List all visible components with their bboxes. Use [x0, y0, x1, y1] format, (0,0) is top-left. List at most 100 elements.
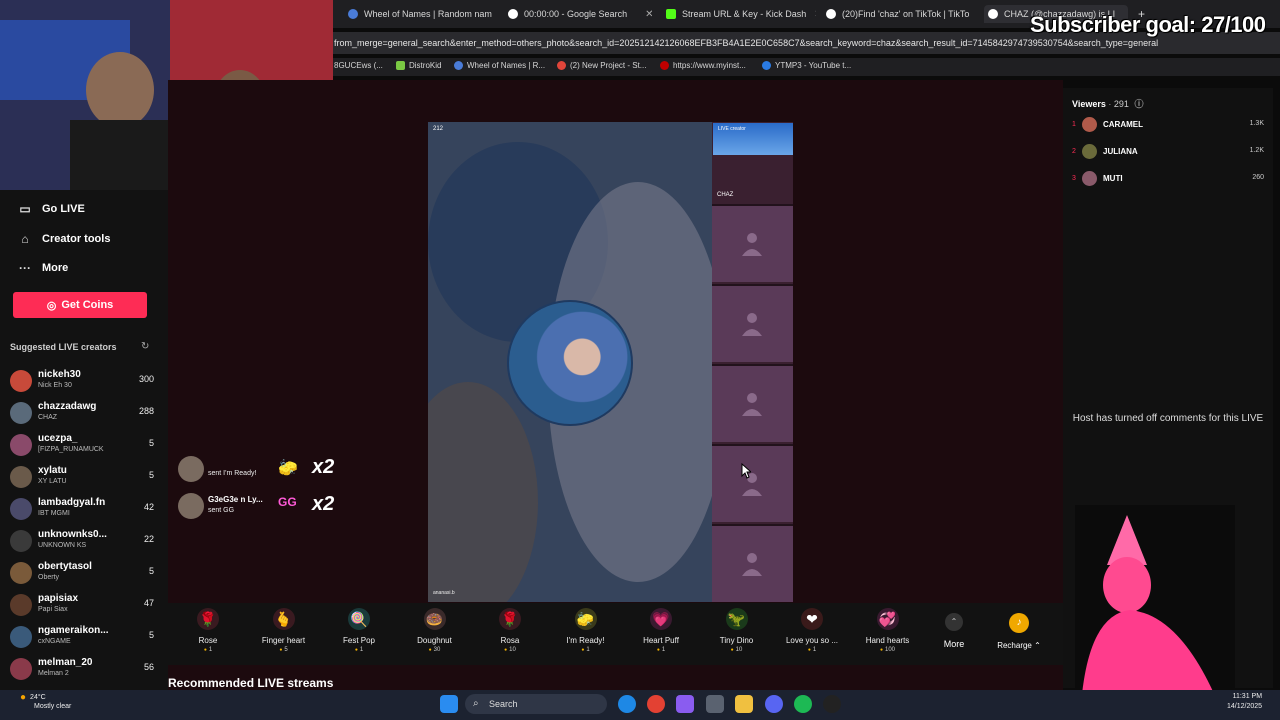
gift-label: Heart Puff: [643, 636, 679, 645]
bookmark-item[interactable]: Wheel of Names | R...: [454, 61, 545, 70]
edge-icon[interactable]: [618, 695, 636, 713]
gift-icon: 🍭: [348, 608, 370, 630]
suggested-creator-item[interactable]: ucezpa_ [FIZPA_RUNAMUCK 5: [10, 432, 154, 460]
viewer-name: CARAMEL: [1103, 120, 1143, 129]
gift-item[interactable]: 🍩 Doughnut 30: [400, 608, 470, 653]
creator-subtitle: UNKNOWN KS: [38, 542, 87, 549]
gift-item[interactable]: 🦖 Tiny Dino 10: [702, 608, 772, 653]
more-gifts-button[interactable]: ⌃ More: [934, 613, 974, 649]
system-clock[interactable]: 11:31 PM 14/12/2025: [1227, 692, 1262, 712]
gift-item[interactable]: 🌹 Rosa 10: [475, 608, 545, 653]
stage-host-tag: ananasi.b: [433, 590, 455, 596]
gift-item[interactable]: 🧽 I'm Ready! 1: [551, 608, 621, 653]
sidebar-item-more[interactable]: ··· More: [18, 261, 68, 275]
gift-item[interactable]: 🌹 Rose 1: [173, 608, 243, 653]
close-icon[interactable]: ✕: [645, 9, 652, 20]
suggested-creator-item[interactable]: ngameraikon... cxNGAME 5: [10, 624, 154, 652]
viewer-rank: 2: [1072, 148, 1076, 155]
copilot-icon[interactable]: [676, 695, 694, 713]
bookmark-label: DistroKid: [409, 61, 442, 70]
creator-name: unknownks0...: [38, 529, 107, 540]
gift-icon: 🌹: [197, 608, 219, 630]
gift-icon: 💗: [650, 608, 672, 630]
distrokid-icon: [396, 61, 405, 70]
host-avatar[interactable]: [507, 300, 633, 426]
creator-name: lambadgyal.fn: [38, 497, 106, 508]
bookmark-item[interactable]: DistroKid: [396, 61, 441, 70]
avatar: [10, 466, 32, 488]
tab-kick-dashboard[interactable]: Stream URL & Key - Kick Dash ✕: [666, 5, 816, 23]
recommended-streams-title: Recommended LIVE streams: [168, 676, 334, 690]
obs-icon[interactable]: [823, 695, 841, 713]
chrome-icon[interactable]: [647, 695, 665, 713]
gift-icon: 🍩: [423, 608, 446, 630]
link-icon: [660, 61, 669, 70]
avatar: [1082, 171, 1097, 186]
tab-wheel-of-names[interactable]: Wheel of Names | Random nam ✕: [348, 5, 498, 23]
comments-off-notice: Host has turned off comments for this LI…: [1072, 413, 1264, 424]
suggested-creator-item[interactable]: papisiax Papi Siax 47: [10, 592, 154, 620]
suggested-creator-item[interactable]: nickeh30 Nick Eh 30 300: [10, 368, 154, 396]
viewer-rank: 3: [1072, 175, 1076, 182]
gift-icon: 🧽: [574, 608, 597, 630]
gift-label: Finger heart: [261, 636, 306, 645]
top-viewer-row[interactable]: 2 JULIANA 1.2K: [1072, 144, 1264, 164]
recharge-button[interactable]: ♪ Recharge ⌃: [994, 613, 1044, 650]
tab-google-search[interactable]: 00:00:00 - Google Search ✕: [508, 5, 652, 23]
suggested-creator-item[interactable]: obertytasol Oberty 5: [10, 560, 154, 588]
discord-icon[interactable]: [765, 695, 783, 713]
gift-item[interactable]: 💞 Hand hearts 100: [853, 608, 923, 653]
guest-slot[interactable]: [712, 364, 793, 442]
camera-icon: ▭: [19, 202, 31, 216]
gift-icon: 🦖: [725, 608, 748, 630]
bookmark-item[interactable]: https://www.myinst...: [660, 61, 746, 70]
file-explorer-icon[interactable]: [735, 695, 753, 713]
gift-icon: 💞: [876, 608, 899, 630]
gift-item[interactable]: 🍭 Fest Pop 1: [324, 608, 394, 653]
gift-item[interactable]: ❤ Love you so ... 1: [777, 608, 847, 653]
sidebar-item-creator-tools[interactable]: ⌂ Creator tools: [18, 232, 110, 246]
creator-viewer-count: 5: [148, 566, 154, 576]
guest-slot[interactable]: [712, 444, 793, 522]
top-viewer-row[interactable]: 1 CARAMEL 1.3K: [1072, 117, 1264, 137]
suggested-creator-item[interactable]: chazzadawg CHAZ 288: [10, 400, 154, 428]
sidebar-item-go-live[interactable]: ▭ Go LIVE: [18, 202, 85, 216]
sidebar-item-label: Go LIVE: [42, 203, 85, 215]
suggested-creator-item[interactable]: unknownks0... UNKNOWN KS 22: [10, 528, 154, 556]
viewer-score: 260: [1252, 174, 1264, 181]
refresh-icon[interactable]: ↻: [141, 341, 149, 352]
suggested-creator-item[interactable]: xylatu XY LATU 5: [10, 464, 154, 492]
creator-viewer-count: 42: [143, 502, 154, 512]
guest-slot[interactable]: [712, 284, 793, 362]
creator-subtitle: [FIZPA_RUNAMUCK: [38, 446, 104, 453]
gift-sender-name: G3eG3e n Ly...: [208, 495, 263, 504]
sidebar-item-label: Creator tools: [42, 233, 111, 245]
info-icon[interactable]: ⓘ: [1134, 99, 1143, 109]
gift-item[interactable]: 🫰 Finger heart 5: [249, 608, 319, 653]
spotify-icon[interactable]: [794, 695, 812, 713]
creator-name: chazzadawg: [38, 401, 97, 412]
suggested-creator-item[interactable]: melman_20 Melman 2 56: [10, 656, 154, 684]
suggested-creator-item[interactable]: lambadgyal.fn IBT MGMI 42: [10, 496, 154, 524]
guest-slot[interactable]: [712, 204, 793, 282]
suggested-creators-title: Suggested LIVE creators: [10, 342, 117, 352]
settings-icon[interactable]: [706, 695, 724, 713]
bookmark-item[interactable]: YTMP3 - YouTube t...: [762, 61, 851, 70]
close-icon[interactable]: ✕: [814, 9, 816, 20]
tab-tiktok-find[interactable]: (20)Find 'chaz' on TikTok | TikTo ✕: [826, 5, 976, 23]
guest-slot[interactable]: [712, 524, 793, 602]
avatar: [178, 456, 204, 482]
bookmark-item[interactable]: (2) New Project - St...: [557, 61, 646, 70]
taskbar-search[interactable]: ⌕ Search: [465, 694, 607, 714]
gift-price: 1: [777, 647, 847, 653]
gift-label: I'm Ready!: [566, 636, 605, 645]
gift-item[interactable]: 💗 Heart Puff 1: [626, 608, 696, 653]
bookmark-item[interactable]: 8GUCEws (...: [334, 61, 383, 70]
weather-widget[interactable]: ● 24°C Mostly clear: [20, 692, 71, 710]
coin-icon: ◎: [46, 299, 57, 312]
top-viewer-row[interactable]: 3 MUTI 260: [1072, 171, 1264, 191]
gift-icon: 🫰: [272, 608, 295, 630]
get-coins-button[interactable]: ◎ Get Coins: [13, 292, 147, 318]
creator-subtitle: cxNGAME: [38, 638, 71, 645]
windows-start-icon[interactable]: [440, 695, 458, 713]
